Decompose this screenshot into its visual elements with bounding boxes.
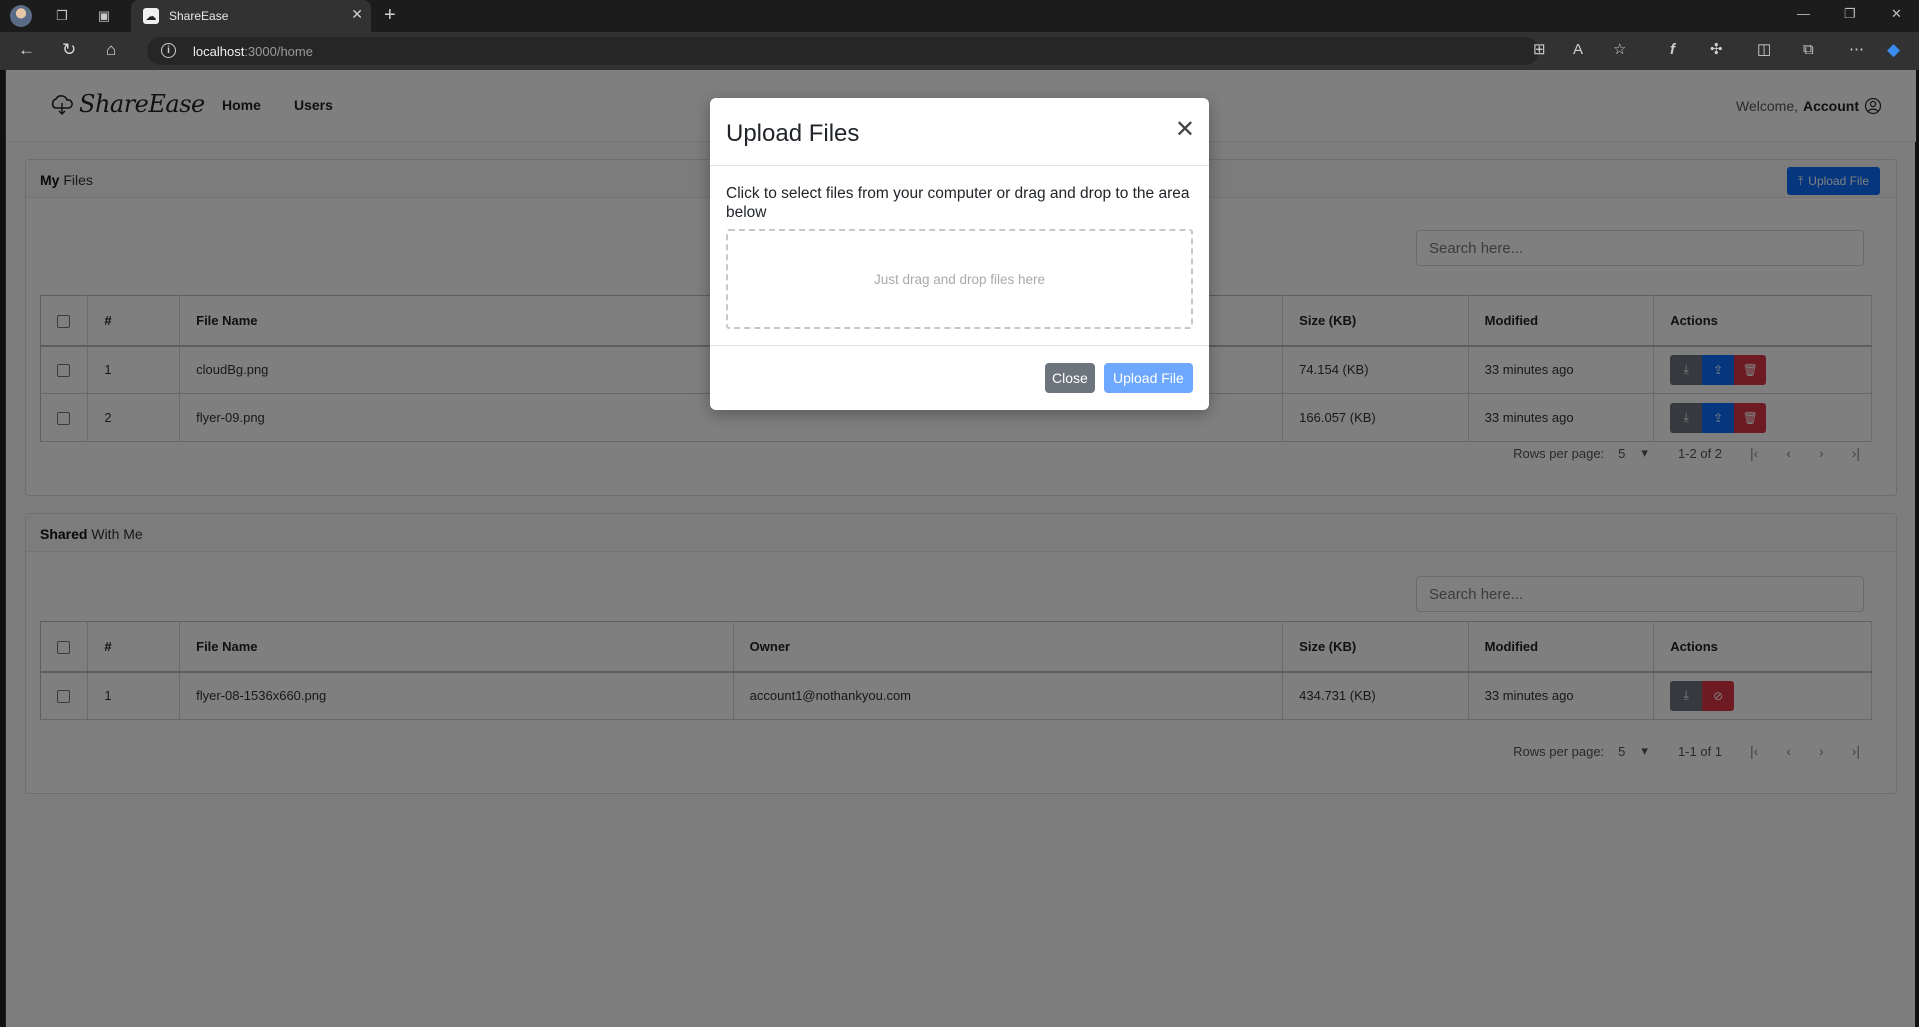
window-close-icon[interactable]: ✕ — [1891, 6, 1902, 22]
upload-instructions: Click to select files from your computer… — [726, 185, 1190, 221]
browser-tab-bar: ❐ ▣ ☁ ShareEase ✕ + — ❐ ✕ — [0, 0, 1919, 32]
refresh-icon[interactable]: ↻ — [62, 40, 76, 60]
address-bar[interactable]: i localhost:3000/home — [147, 37, 1539, 65]
back-icon[interactable]: ← — [18, 40, 35, 60]
modal-upload-button[interactable]: Upload File — [1104, 363, 1193, 393]
extensions-icon[interactable]: ✣ — [1710, 41, 1723, 59]
collections-toolbar-icon[interactable]: ⧉ — [1803, 41, 1814, 59]
site-info-icon[interactable]: i — [161, 43, 176, 58]
modal-close-icon[interactable]: ✕ — [1175, 118, 1195, 142]
url-text: localhost:3000/home — [193, 44, 313, 59]
collections-icon[interactable]: ❐ — [53, 7, 71, 25]
dropzone-text: Just drag and drop files here — [873, 271, 1046, 287]
function-icon[interactable]: f — [1670, 41, 1675, 59]
modal-title: Upload Files — [726, 120, 860, 147]
modal-body: Click to select files from your computer… — [710, 166, 1209, 346]
split-screen-icon[interactable]: ◫ — [1757, 41, 1771, 59]
modal-header: Upload Files ✕ — [710, 98, 1209, 166]
tab-title: ShareEase — [169, 9, 229, 23]
tab-shareease[interactable]: ☁ ShareEase ✕ — [131, 0, 371, 32]
home-icon[interactable]: ⌂ — [106, 40, 116, 60]
copilot-icon[interactable]: ◆ — [1887, 41, 1900, 59]
upload-files-modal: Upload Files ✕ Click to select files fro… — [710, 98, 1209, 410]
minimize-icon[interactable]: — — [1797, 6, 1810, 21]
new-tab-icon[interactable]: + — [384, 4, 396, 26]
modal-footer: Close Upload File — [710, 346, 1209, 409]
vertical-tabs-icon[interactable]: ▣ — [95, 7, 113, 25]
tab-close-icon[interactable]: ✕ — [351, 6, 363, 23]
profile-avatar[interactable] — [10, 5, 32, 27]
app-available-icon[interactable]: ⊞ — [1533, 41, 1546, 59]
more-menu-icon[interactable]: ⋯ — [1849, 41, 1864, 59]
close-button[interactable]: Close — [1045, 363, 1095, 393]
read-aloud-icon[interactable]: A — [1573, 41, 1583, 59]
file-dropzone[interactable]: Just drag and drop files here — [726, 229, 1193, 329]
favorite-star-icon[interactable]: ☆ — [1613, 41, 1626, 59]
favicon-icon: ☁ — [143, 8, 159, 24]
restore-icon[interactable]: ❐ — [1844, 6, 1856, 22]
browser-toolbar: ← ↻ ⌂ i localhost:3000/home ⊞ A ☆ f ✣ ◫ … — [0, 32, 1919, 70]
